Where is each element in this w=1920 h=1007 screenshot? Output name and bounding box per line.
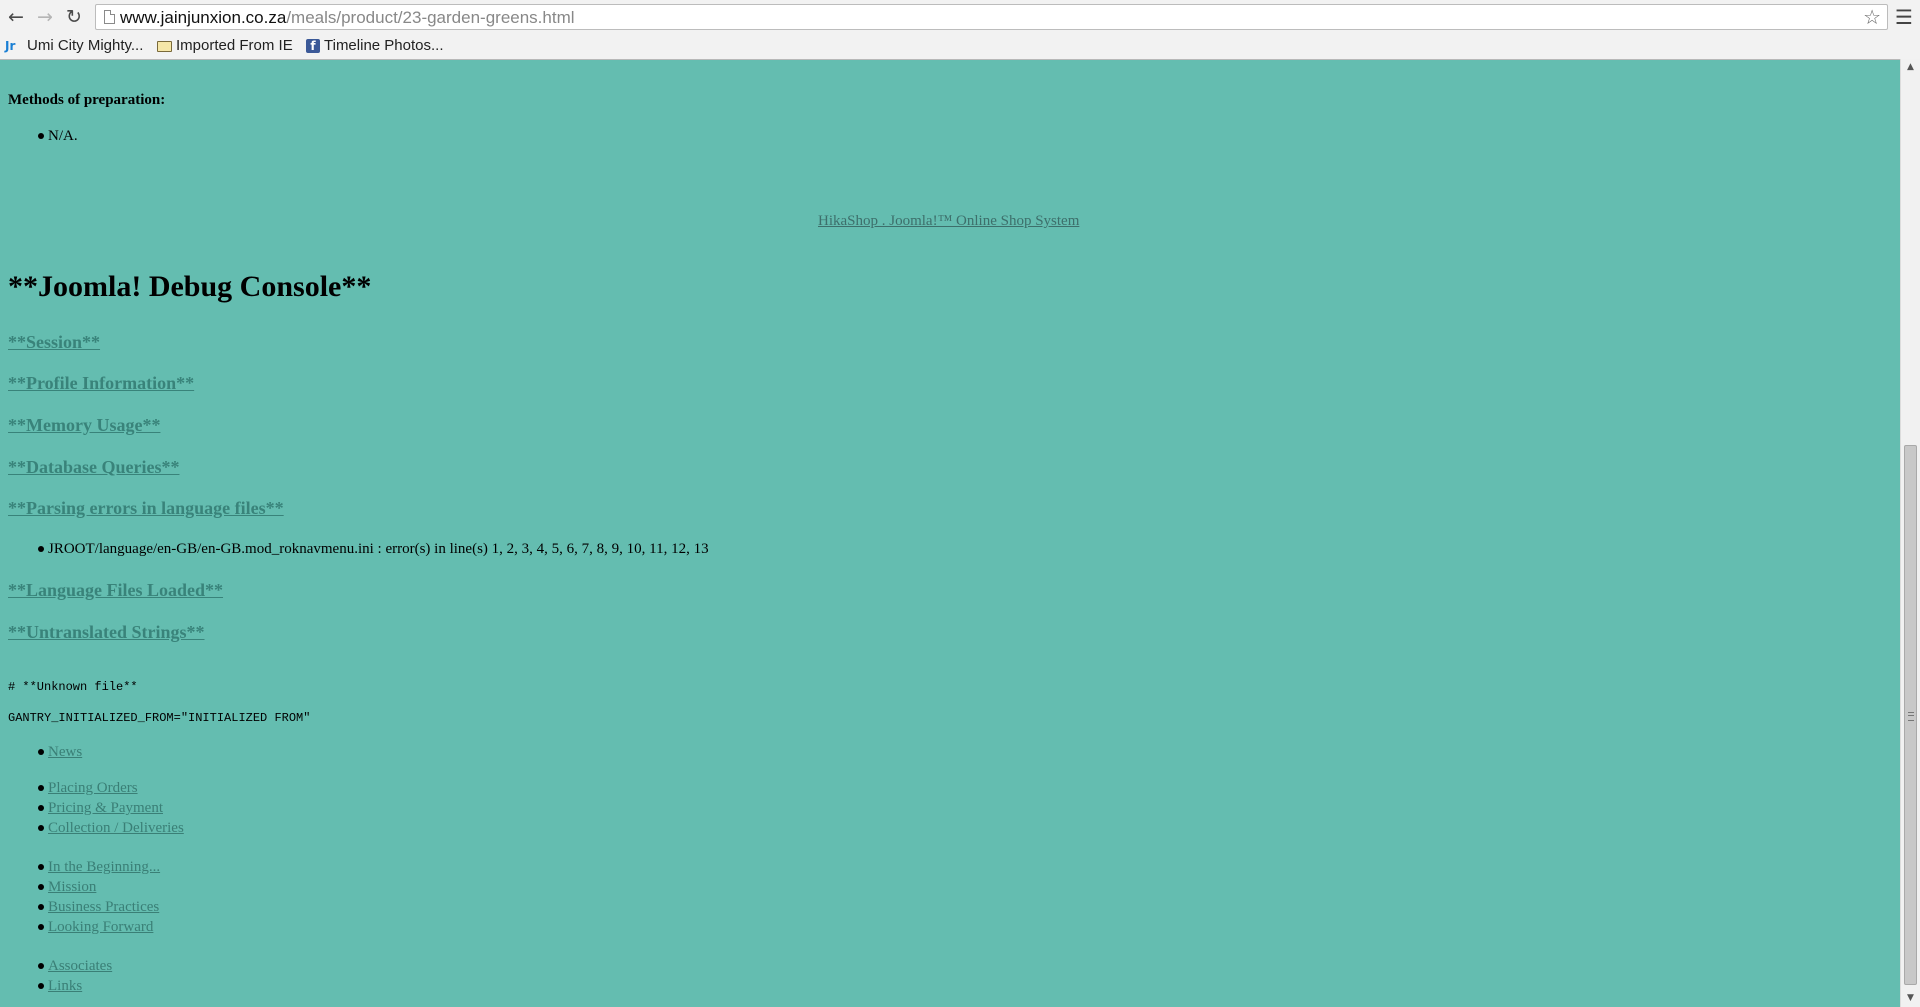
page-content: Methods of preparation: N/A. HikaShop . … [0, 60, 1900, 1007]
browser-toolbar: ← → ↻ www.jainjunxion.co.za/meals/produc… [0, 0, 1920, 60]
list-item: Business Practices [8, 897, 160, 917]
url-path: /meals/product/23-garden-greens.html [286, 8, 575, 27]
menu-link-news[interactable]: News [48, 744, 82, 760]
bookmark-label: Imported From IE [176, 37, 293, 54]
menu-link-looking-forward[interactable]: Looking Forward [48, 919, 153, 935]
menu-group-news: News [8, 742, 82, 762]
grip-icon [1908, 712, 1914, 721]
debug-console-title: **Joomla! Debug Console** [8, 270, 372, 303]
menu-group-orders: Placing Orders Pricing & Payment Collect… [8, 778, 184, 838]
reload-icon[interactable]: ↻ [62, 5, 86, 29]
address-bar[interactable]: www.jainjunxion.co.za/meals/product/23-g… [95, 4, 1888, 30]
bookmark-umi-city[interactable]: Jr Umi City Mighty... [5, 36, 143, 56]
list-item: In the Beginning... [8, 857, 160, 877]
bookmarks-bar: Jr Umi City Mighty... Imported From IE fT… [0, 34, 1920, 58]
menu-link-pricing-payment[interactable]: Pricing & Payment [48, 800, 163, 816]
session-link[interactable]: **Session** [8, 332, 100, 353]
scroll-down-arrow-icon[interactable]: ▼ [1901, 990, 1920, 1007]
scrollbar-thumb[interactable] [1904, 445, 1917, 985]
menu-group-about: In the Beginning... Mission Business Pra… [8, 857, 160, 937]
profile-information-link[interactable]: **Profile Information** [8, 373, 194, 394]
url-host: www.jainjunxion.co.za [120, 8, 287, 27]
untranslated-strings-link[interactable]: **Untranslated Strings** [8, 622, 205, 643]
hikashop-link[interactable]: HikaShop . Joomla!™ Online Shop System [818, 213, 1079, 230]
methods-heading: Methods of preparation: [8, 92, 166, 108]
list-item: N/A. [8, 126, 78, 146]
list-item: Collection / Deliveries [8, 818, 184, 838]
methods-list: N/A. [8, 126, 78, 146]
list-item: Mission [8, 877, 160, 897]
address-url: www.jainjunxion.co.za/meals/product/23-g… [120, 8, 575, 28]
list-item: JROOT/language/en-GB/en-GB.mod_roknavmen… [8, 539, 709, 559]
list-item: Links [8, 976, 112, 996]
parsing-errors-list: JROOT/language/en-GB/en-GB.mod_roknavmen… [8, 539, 709, 559]
list-item: Looking Forward [8, 917, 160, 937]
menu-icon[interactable]: ☰ [1894, 5, 1914, 29]
forward-arrow-icon[interactable]: → [33, 5, 57, 29]
menu-group-associates: Associates Links [8, 956, 112, 996]
bookmark-label: Timeline Photos... [324, 37, 444, 54]
bookmark-imported-from-ie[interactable]: Imported From IE [157, 36, 293, 56]
language-files-loaded-link[interactable]: **Language Files Loaded** [8, 580, 223, 601]
bookmark-timeline-photos[interactable]: f Timeline Photos... [306, 36, 444, 56]
gantry-initialized-line: GANTRY_INITIALIZED_FROM="INITIALIZED FRO… [8, 711, 311, 725]
menu-link-links[interactable]: Links [48, 978, 82, 994]
list-item: Placing Orders [8, 778, 184, 798]
list-item: News [8, 742, 82, 762]
facebook-icon: f [306, 39, 320, 54]
menu-link-placing-orders[interactable]: Placing Orders [48, 780, 138, 796]
database-queries-link[interactable]: **Database Queries** [8, 457, 179, 478]
menu-link-associates[interactable]: Associates [48, 958, 112, 974]
jr-logo-icon: Jr [5, 39, 16, 54]
back-arrow-icon[interactable]: ← [4, 5, 28, 29]
folder-icon [157, 40, 172, 52]
menu-link-mission[interactable]: Mission [48, 879, 96, 895]
bookmark-star-icon[interactable]: ☆ [1863, 5, 1881, 29]
list-item: Associates [8, 956, 112, 976]
scroll-up-arrow-icon[interactable]: ▲ [1901, 59, 1920, 76]
memory-usage-link[interactable]: **Memory Usage** [8, 415, 160, 436]
menu-link-business-practices[interactable]: Business Practices [48, 899, 159, 915]
vertical-scrollbar[interactable]: ▲ ▼ [1900, 59, 1920, 1007]
menu-link-collection-deliveries[interactable]: Collection / Deliveries [48, 820, 184, 836]
list-item: Pricing & Payment [8, 798, 184, 818]
menu-link-in-the-beginning[interactable]: In the Beginning... [48, 859, 160, 875]
page-icon [104, 10, 115, 24]
bookmark-label: Umi City Mighty... [27, 37, 144, 54]
unknown-file-line: # **Unknown file** [8, 680, 138, 694]
parsing-errors-link[interactable]: **Parsing errors in language files** [8, 498, 284, 519]
